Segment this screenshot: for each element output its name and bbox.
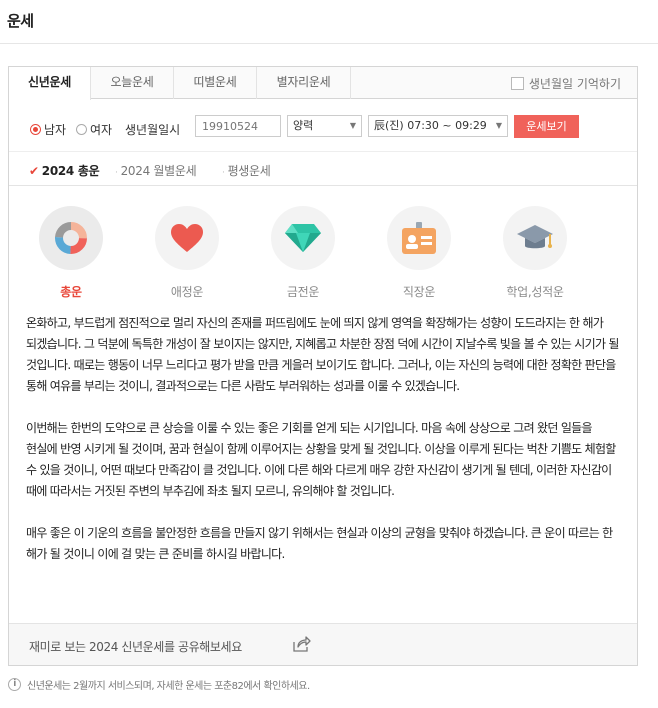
category-study[interactable]: 학업,성적운 xyxy=(485,206,585,300)
remember-birth-label: 생년월일 기억하기 xyxy=(528,77,621,91)
check-icon: ✔ xyxy=(29,164,39,178)
fortune-subtabs: ✔ 2024 총운 · 2024 월별운세 · 평생운세 xyxy=(9,152,637,186)
gender-male-label: 남자 xyxy=(44,123,67,137)
category-label: 학업,성적운 xyxy=(506,285,564,299)
graduation-cap-icon xyxy=(517,225,553,249)
birth-time-select[interactable]: 辰(진) 07:30 ~ 09:29 ▼ xyxy=(368,115,508,137)
share-text: 재미로 보는 2024 신년운세를 공유해보세요 xyxy=(29,640,242,654)
bullet-icon: · xyxy=(222,168,225,178)
tab-zodiac-animal-fortune[interactable]: 띠별운세 xyxy=(174,67,257,99)
heart-icon xyxy=(171,224,203,252)
fortune-tabs: 신년운세 오늘운세 띠별운세 별자리운세 생년월일 기억하기 xyxy=(9,67,637,100)
gender-female-radio[interactable]: 여자 xyxy=(76,121,112,138)
chevron-down-icon: ▼ xyxy=(349,121,356,130)
fortune-description: 온화하고, 부드럽게 점진적으로 멀리 자신의 존재를 퍼뜨림에도 눈에 띄지 … xyxy=(9,313,637,565)
remember-birth-toggle[interactable]: 생년월일 기억하기 xyxy=(510,75,621,92)
subtab-monthly[interactable]: · 2024 월별운세 xyxy=(115,162,197,179)
id-card-icon xyxy=(402,222,436,254)
fortune-card: 신년운세 오늘운세 띠별운세 별자리운세 생년월일 기억하기 남자 여자 생년월… xyxy=(8,66,638,666)
radio-selected-icon xyxy=(30,124,41,135)
description-paragraph: 온화하고, 부드럽게 점진적으로 멀리 자신의 존재를 퍼뜨림에도 눈에 띄지 … xyxy=(26,316,619,393)
category-money[interactable]: 금전운 xyxy=(253,206,353,300)
category-icon-circle xyxy=(39,206,103,270)
subtab-lifetime[interactable]: · 평생운세 xyxy=(222,162,271,179)
diamond-icon xyxy=(285,224,321,252)
tab-new-year-fortune[interactable]: 신년운세 xyxy=(9,67,91,100)
birth-form: 남자 여자 생년월일시 양력 ▼ 辰(진) 07:30 ~ 09:29 ▼ 운세… xyxy=(9,99,637,152)
category-icon-circle xyxy=(155,206,219,270)
category-label: 총운 xyxy=(60,285,82,299)
donut-chart-icon xyxy=(55,222,87,254)
radio-unselected-icon xyxy=(76,124,87,135)
gender-female-label: 여자 xyxy=(90,123,113,137)
subtab-label: 평생운세 xyxy=(227,164,271,178)
category-icon-circle xyxy=(387,206,451,270)
category-icon-circle xyxy=(503,206,567,270)
share-bar: 재미로 보는 2024 신년운세를 공유해보세요 xyxy=(9,623,637,665)
footnote-text: 신년운세는 2월까지 서비스되며, 자세한 운세는 포춘82에서 확인하세요. xyxy=(27,681,310,692)
view-fortune-button[interactable]: 운세보기 xyxy=(514,115,579,138)
subtab-label: 2024 총운 xyxy=(41,164,100,178)
gender-male-radio[interactable]: 남자 xyxy=(30,121,66,138)
tab-today-fortune[interactable]: 오늘운세 xyxy=(91,67,174,99)
description-paragraph: 이번해는 한번의 도약으로 큰 상승을 이룰 수 있는 좋은 기회를 얻게 되는… xyxy=(26,421,616,498)
fortune-categories: 총운 애정운 금전운 직장운 학업,성적운 xyxy=(9,186,637,313)
page-header: 운세 xyxy=(0,0,658,44)
chevron-down-icon: ▼ xyxy=(495,121,502,130)
tab-constellation-fortune[interactable]: 별자리운세 xyxy=(257,67,351,99)
share-icon[interactable] xyxy=(293,636,311,655)
birth-date-input[interactable] xyxy=(195,115,281,137)
category-label: 직장운 xyxy=(402,285,436,299)
category-career[interactable]: 직장운 xyxy=(369,206,469,300)
calendar-type-select[interactable]: 양력 ▼ xyxy=(287,115,362,137)
bullet-icon: · xyxy=(115,168,118,178)
category-general[interactable]: 총운 xyxy=(21,206,121,300)
remember-birth-checkbox[interactable] xyxy=(510,77,524,90)
category-love[interactable]: 애정운 xyxy=(137,206,237,300)
page-title: 운세 xyxy=(7,12,34,30)
category-label: 애정운 xyxy=(170,285,204,299)
birth-time-value: 辰(진) 07:30 ~ 09:29 xyxy=(374,119,487,132)
description-paragraph: 매우 좋은 이 기운의 흐름을 불안정한 흐름을 만들지 않기 위해서는 현실과… xyxy=(26,526,613,561)
calendar-type-value: 양력 xyxy=(293,119,314,132)
footnote: i 신년운세는 2월까지 서비스되며, 자세한 운세는 포춘82에서 확인하세요… xyxy=(8,677,310,692)
category-label: 금전운 xyxy=(286,285,320,299)
subtab-yearly-general[interactable]: ✔ 2024 총운 xyxy=(29,162,100,179)
birth-label: 생년월일시 xyxy=(125,123,181,137)
category-icon-circle xyxy=(271,206,335,270)
subtab-label: 2024 월별운세 xyxy=(120,164,197,178)
info-icon: i xyxy=(8,678,21,691)
